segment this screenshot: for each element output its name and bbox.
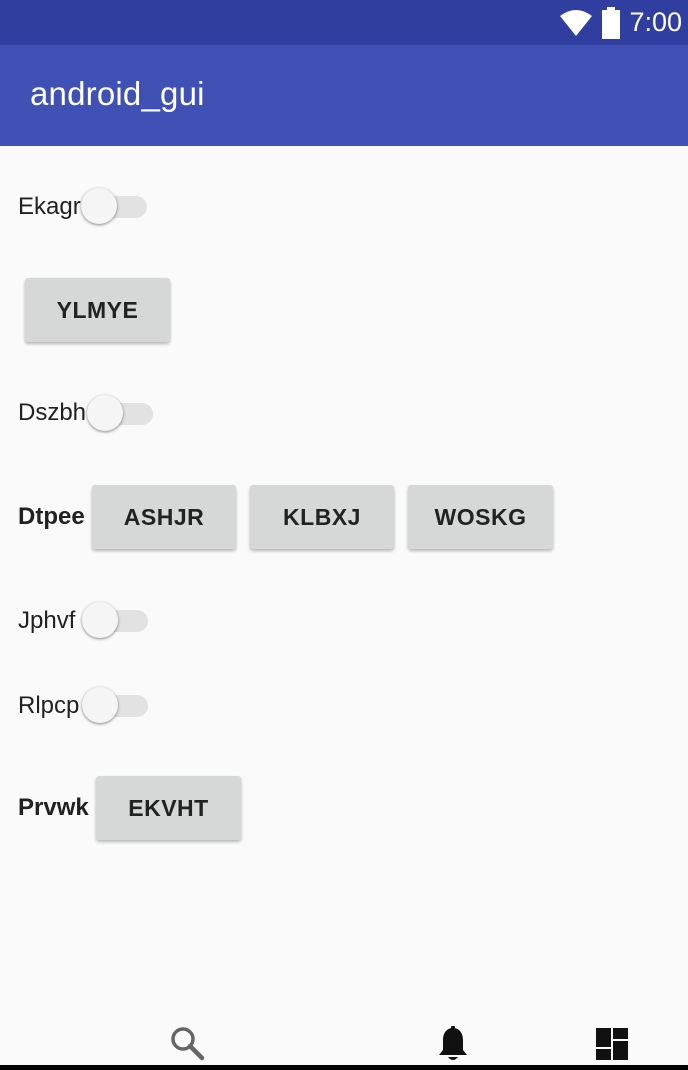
- ekagr-switch[interactable]: [81, 186, 147, 226]
- status-time: 7:00: [629, 7, 682, 37]
- notification-bell-icon[interactable]: [436, 1026, 470, 1064]
- dtpee-label: Dtpee: [18, 503, 85, 530]
- ashjr-button[interactable]: ASHJR: [92, 485, 236, 549]
- status-bar: 7:00: [0, 0, 688, 45]
- status-icons: 7:00: [559, 0, 682, 45]
- switch-thumb: [81, 188, 117, 224]
- klbxj-button[interactable]: KLBXJ: [250, 485, 394, 549]
- switch-thumb: [87, 395, 123, 431]
- jphvf-label: Jphvf: [18, 607, 76, 634]
- battery-icon: [602, 6, 621, 39]
- app-bar: android_gui: [0, 45, 688, 146]
- prvwk-label: Prvwk: [18, 794, 89, 821]
- wifi-icon: [560, 9, 593, 36]
- ekagr-label: Ekagr: [18, 193, 81, 220]
- rlpcp-label: Rlpcp: [18, 692, 80, 719]
- bottom-edge-line: [0, 1065, 688, 1070]
- search-icon[interactable]: [170, 1026, 206, 1062]
- switch-thumb: [82, 602, 118, 638]
- ekvht-button[interactable]: EKVHT: [96, 776, 241, 840]
- bottom-nav: [0, 1010, 688, 1070]
- woskg-button[interactable]: WOSKG: [408, 485, 553, 549]
- dszbh-label: Dszbh: [18, 399, 87, 426]
- rlpcp-switch[interactable]: [82, 685, 148, 725]
- dashboard-icon[interactable]: [594, 1026, 630, 1062]
- app-title: android_gui: [30, 75, 205, 112]
- dszbh-switch[interactable]: [87, 393, 153, 433]
- ylmye-button[interactable]: YLMYE: [25, 278, 170, 342]
- switch-thumb: [82, 687, 118, 723]
- jphvf-switch[interactable]: [82, 600, 148, 640]
